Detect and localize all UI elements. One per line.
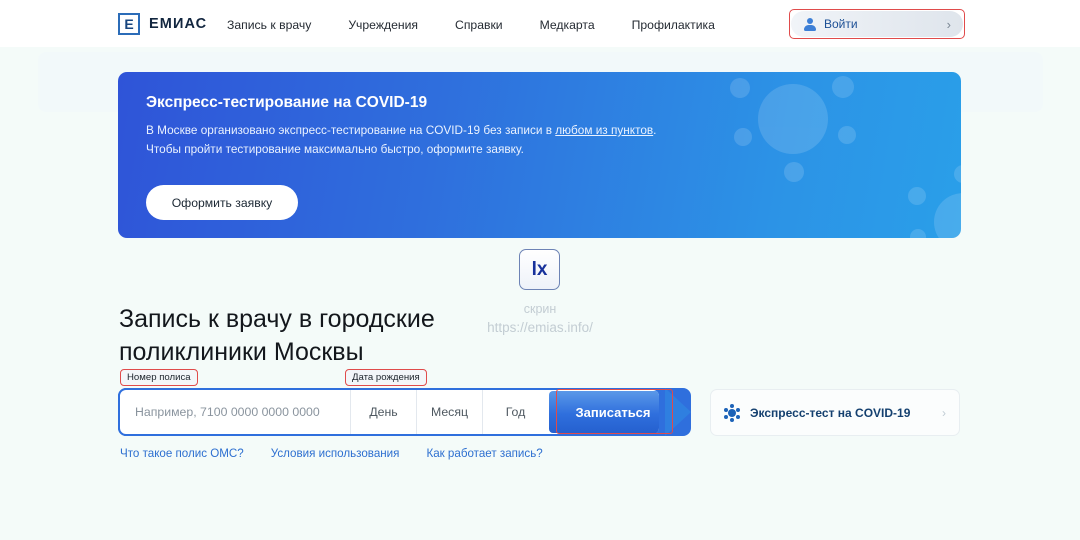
birth-month-select[interactable]: Месяц bbox=[416, 390, 482, 434]
site-header: Е ЕМИАС Запись к врачу Учреждения Справк… bbox=[0, 0, 1080, 47]
emias-logo[interactable]: Е ЕМИАС bbox=[118, 13, 207, 35]
nav-item-institutions[interactable]: Учреждения bbox=[348, 18, 418, 32]
banner-inline-link[interactable]: любом из пунктов bbox=[555, 123, 653, 137]
nav-item-prevention[interactable]: Профилактика bbox=[632, 18, 715, 32]
link-how-it-works[interactable]: Как работает запись? bbox=[426, 447, 542, 460]
covid-banner: Экспресс-тестирование на COVID-19 В Моск… bbox=[118, 72, 961, 238]
banner-title: Экспресс-тестирование на COVID-19 bbox=[146, 94, 428, 111]
banner-apply-button[interactable]: Оформить заявку bbox=[146, 185, 298, 220]
nav-item-medcard[interactable]: Медкарта bbox=[540, 18, 595, 32]
policy-number-input[interactable]: Например, 7100 0000 0000 0000 bbox=[120, 390, 350, 434]
user-icon bbox=[803, 17, 816, 31]
covid-card-label: Экспресс-тест на COVID-19 bbox=[750, 405, 911, 420]
footer-links: Что такое полис ОМС? Условия использован… bbox=[120, 447, 543, 460]
chevron-right-icon: › bbox=[942, 405, 946, 420]
birth-year-select[interactable]: Год bbox=[482, 390, 548, 434]
link-what-is-oms[interactable]: Что такое полис ОМС? bbox=[120, 447, 244, 460]
main-navigation: Запись к врачу Учреждения Справки Медкар… bbox=[227, 18, 715, 32]
login-label: Войти bbox=[824, 17, 858, 31]
logo-letter-icon: Е bbox=[118, 13, 140, 35]
nav-item-certificates[interactable]: Справки bbox=[455, 18, 503, 32]
virus-decoration-secondary-icon bbox=[908, 165, 961, 238]
birthdate-annotation-label: Дата рождения bbox=[345, 369, 427, 386]
birth-day-select[interactable]: День bbox=[350, 390, 416, 434]
covid-express-test-card[interactable]: Экспресс-тест на COVID-19 › bbox=[710, 389, 960, 436]
link-terms-of-use[interactable]: Условия использования bbox=[271, 447, 400, 460]
chevron-right-icon: › bbox=[946, 16, 951, 32]
policy-annotation-label: Номер полиса bbox=[120, 369, 198, 386]
submit-annotation-box bbox=[556, 389, 673, 434]
login-button[interactable]: Войти › bbox=[791, 11, 963, 37]
virus-icon bbox=[724, 403, 740, 422]
banner-description: В Москве организовано экспресс-тестирова… bbox=[146, 121, 666, 159]
page-title: Запись к врачу в городские поликлиники М… bbox=[119, 305, 435, 366]
nav-item-appointment[interactable]: Запись к врачу bbox=[227, 18, 311, 32]
page-root: Е ЕМИАС Запись к врачу Учреждения Справк… bbox=[0, 0, 1080, 540]
watermark-logo: lx bbox=[519, 249, 560, 290]
banner-text-lead: В Москве организовано экспресс-тестирова… bbox=[146, 123, 556, 137]
virus-decoration-icon bbox=[728, 72, 858, 184]
logo-wordmark: ЕМИАС bbox=[149, 16, 208, 32]
